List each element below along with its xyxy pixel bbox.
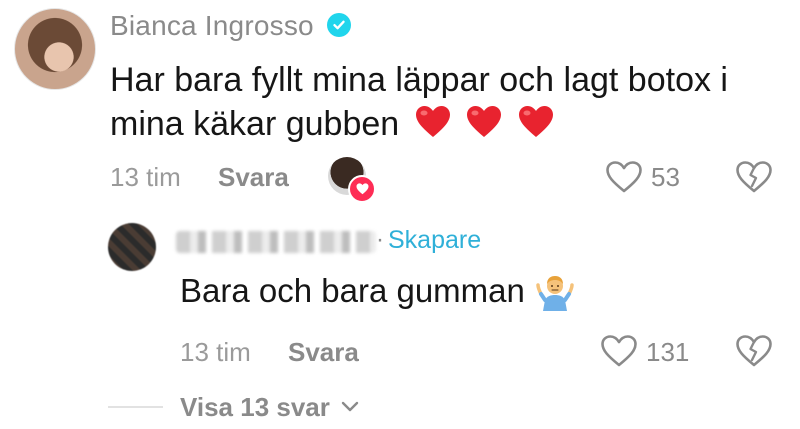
- like-button[interactable]: [605, 160, 643, 199]
- broken-heart-icon[interactable]: [735, 160, 773, 194]
- reply-dislike-button[interactable]: [735, 334, 773, 373]
- comment-text: Har bara fyllt mina läppar och lagt boto…: [110, 58, 790, 150]
- view-replies-button[interactable]: Visa 13 svar: [180, 392, 359, 423]
- reply-avatar[interactable]: [108, 223, 156, 271]
- red-heart-emoji: [415, 106, 450, 137]
- chevron-down-icon: [341, 401, 359, 412]
- reply-button[interactable]: Svara: [218, 162, 289, 193]
- comment-text-line1: Har bara fyllt mina läppar och lagt boto…: [110, 61, 728, 99]
- separator-dot: ·: [376, 226, 384, 253]
- person-shrugging-emoji: [535, 272, 575, 312]
- like-count: 53: [651, 162, 680, 192]
- comment-text-line2: mina käkar gubben: [110, 105, 400, 143]
- avatar[interactable]: [14, 8, 96, 90]
- view-replies-label: Visa 13 svar: [180, 392, 330, 422]
- comment-username[interactable]: Bianca Ingrosso: [110, 10, 314, 42]
- reply-like-count: 131: [646, 337, 690, 367]
- creator-liked-heart-icon: [348, 175, 376, 203]
- reply-text: Bara och bara gumman: [180, 272, 525, 309]
- verified-badge-icon: [327, 13, 351, 37]
- heart-outline-icon[interactable]: [605, 160, 643, 194]
- reply-timestamp: 13 tim: [180, 337, 251, 367]
- comment-timestamp: 13 tim: [110, 162, 181, 192]
- heart-outline-icon[interactable]: [600, 334, 638, 368]
- dislike-button[interactable]: [735, 160, 773, 199]
- reply-username-redacted[interactable]: [176, 231, 376, 253]
- reply-like-button[interactable]: [600, 334, 638, 373]
- broken-heart-icon[interactable]: [735, 334, 773, 368]
- red-heart-emoji: [518, 106, 553, 137]
- heart-emoji-group: [415, 105, 560, 150]
- red-heart-emoji: [467, 106, 502, 137]
- creator-badge: Skapare: [388, 226, 482, 254]
- reply-reply-button[interactable]: Svara: [288, 337, 359, 368]
- divider: [108, 406, 163, 408]
